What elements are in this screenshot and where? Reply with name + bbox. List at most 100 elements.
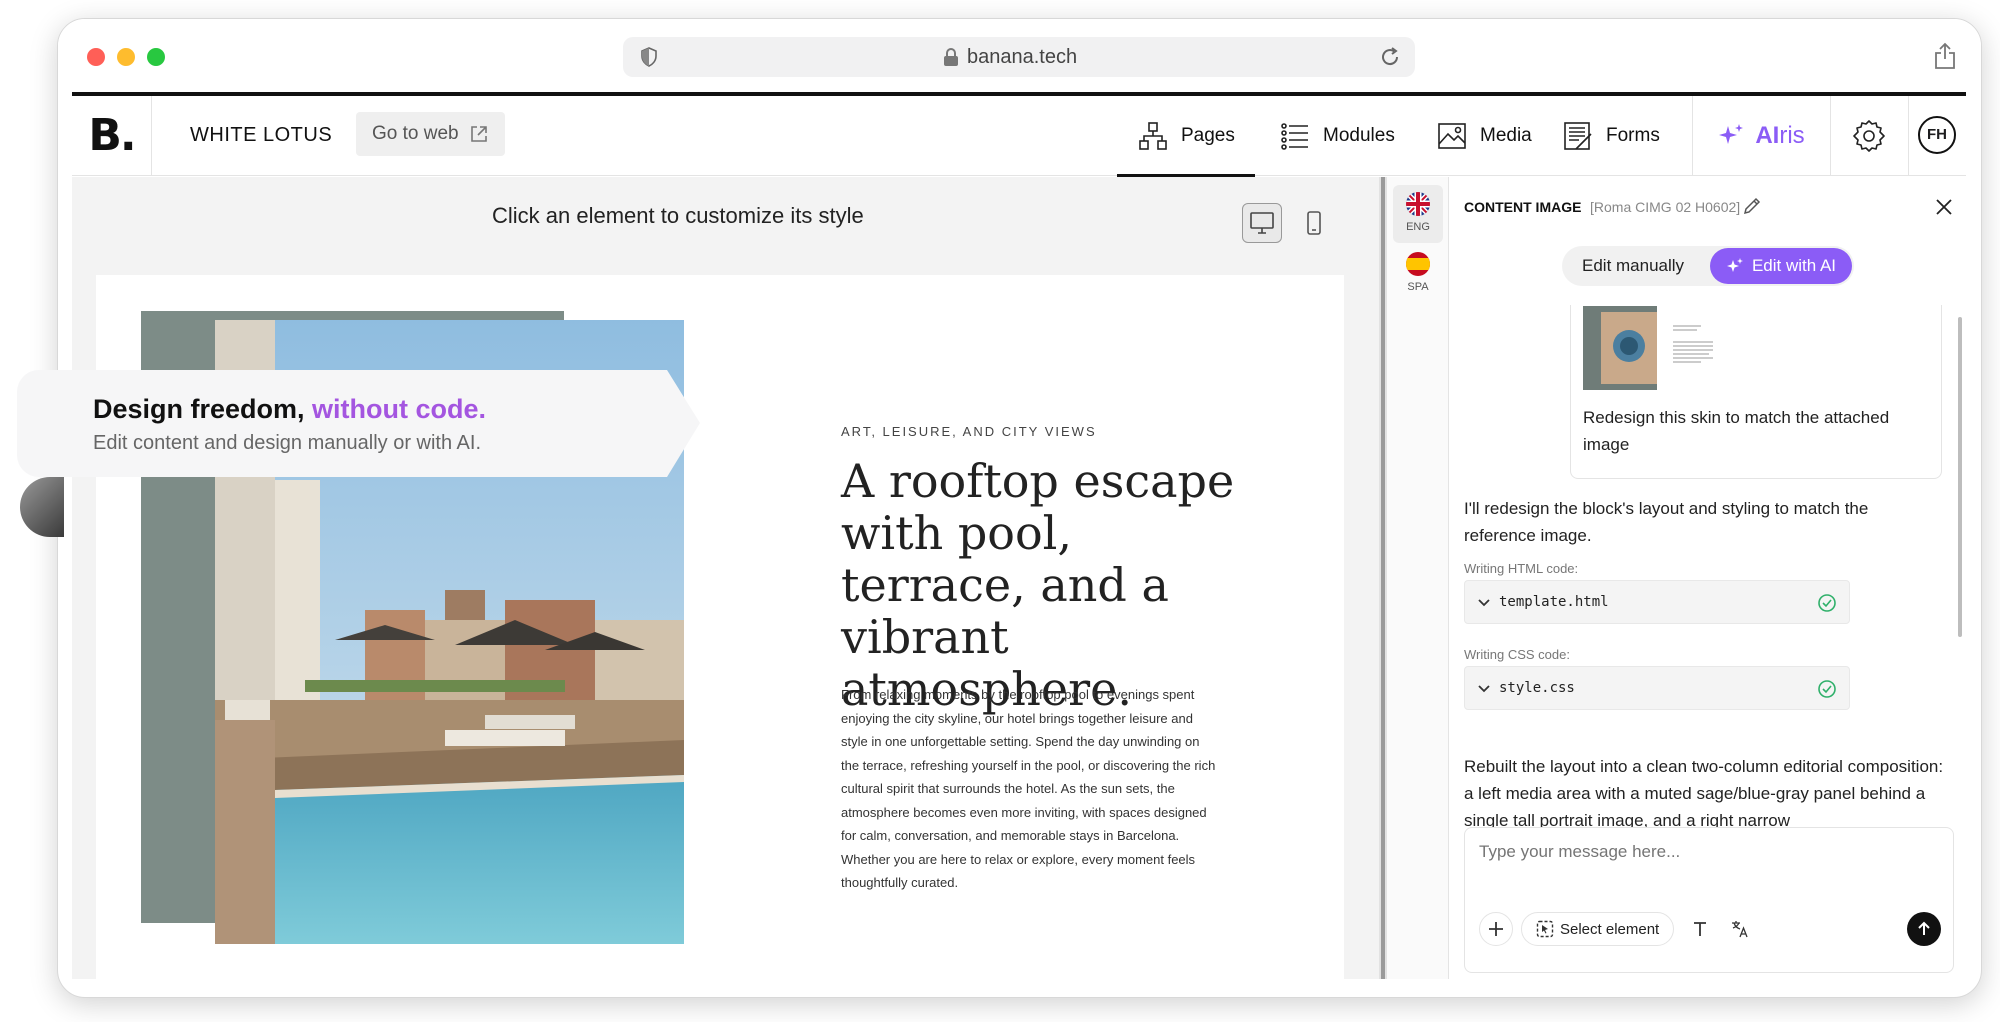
attached-image-thumbnail[interactable] (1583, 306, 1657, 390)
html-file-name: template.html (1499, 594, 1609, 610)
form-icon (1564, 122, 1592, 150)
edit-mode-toggle: Edit manually Edit with AI (1562, 246, 1854, 286)
user-message: Redesign this skin to match the attached… (1570, 305, 1942, 479)
html-code-block[interactable]: template.html (1464, 580, 1850, 624)
assistant-summary-message: Rebuilt the layout into a clean two-colu… (1464, 757, 1944, 827)
assistant-intro-message: I'll redesign the block's layout and sty… (1464, 499, 1869, 545)
language-eng-label: ENG (1406, 221, 1430, 233)
decorative-knob (20, 477, 64, 537)
gear-icon (1853, 120, 1885, 152)
list-icon (1281, 123, 1308, 150)
css-code-block[interactable]: style.css (1464, 666, 1850, 710)
plus-icon (1489, 922, 1503, 936)
arrow-up-icon (1918, 921, 1930, 935)
section-eyebrow[interactable]: ART, LEISURE, AND CITY VIEWS (841, 424, 1097, 439)
share-icon[interactable] (1933, 42, 1957, 70)
lock-icon (944, 48, 958, 66)
image-icon (1438, 123, 1466, 149)
panel-resize-handle[interactable] (1379, 177, 1387, 979)
send-message-button[interactable] (1907, 912, 1941, 946)
sparkle-icon (1719, 124, 1744, 144)
attached-text-thumbnail[interactable] (1671, 320, 1715, 370)
go-to-web-label: Go to web (372, 123, 459, 144)
edit-with-ai-label: Edit with AI (1751, 256, 1837, 275)
pencil-icon[interactable] (1742, 196, 1762, 216)
desktop-view-button[interactable] (1242, 203, 1282, 243)
user-avatar[interactable]: FH (1918, 116, 1956, 154)
chevron-down-icon (1478, 685, 1490, 693)
uk-flag-icon (1406, 192, 1430, 216)
url-text: banana.tech (967, 46, 1078, 68)
close-window-button[interactable] (87, 48, 105, 66)
cms-app: B. WHITE LOTUS Go to web Pages Modules M… (72, 92, 1966, 979)
language-spa-label: SPA (1407, 281, 1429, 293)
canvas-hint: Click an element to customize its style (492, 203, 864, 228)
message-composer: Select element (1464, 827, 1954, 973)
chat-scrollbar[interactable] (1958, 317, 1962, 637)
airis-label: AIris (1755, 122, 1805, 149)
select-element-label: Select element (1560, 920, 1660, 938)
spain-flag-icon (1406, 252, 1430, 276)
message-input[interactable] (1479, 842, 1939, 862)
address-bar[interactable]: banana.tech (623, 37, 1415, 77)
browser-window: banana.tech B. WHITE LOTUS Go to web Pag… (57, 18, 1982, 998)
text-icon (1694, 922, 1706, 936)
nav-modules-label: Modules (1323, 125, 1395, 146)
html-code-label: Writing HTML code: (1464, 561, 1579, 576)
nav-pages-label: Pages (1181, 125, 1235, 146)
css-file-name: style.css (1499, 680, 1575, 696)
translate-button[interactable] (1723, 912, 1757, 946)
nav-forms-label: Forms (1606, 125, 1660, 146)
airis-button[interactable]: AIris (1692, 96, 1830, 176)
feature-callout: Design freedom, without code. Edit conte… (17, 370, 700, 477)
minimize-window-button[interactable] (117, 48, 135, 66)
check-circle-icon (1818, 680, 1836, 698)
go-to-web-button[interactable]: Go to web (356, 112, 505, 156)
reload-icon[interactable] (1379, 46, 1401, 68)
check-circle-icon (1818, 594, 1836, 612)
edit-manually-tab[interactable]: Edit manually (1582, 256, 1684, 276)
nav-media-label: Media (1480, 125, 1532, 146)
mobile-icon (1307, 211, 1321, 235)
nav-separator (1908, 96, 1909, 176)
panel-module-id: [Roma CIMG 02 H0602] (1590, 199, 1741, 215)
select-element-button[interactable]: Select element (1521, 912, 1675, 946)
sparkle-icon (1726, 258, 1743, 272)
callout-title-accent: without code. (312, 394, 487, 424)
callout-title: Design freedom, without code. (93, 394, 487, 424)
top-navigation: B. WHITE LOTUS Go to web Pages Modules M… (72, 96, 1966, 177)
desktop-icon (1250, 212, 1274, 234)
translate-icon (1732, 921, 1748, 938)
nav-forms[interactable]: Forms (1562, 96, 1660, 176)
section-headline[interactable]: A rooftop escape with pool, terrace, and… (841, 455, 1241, 715)
user-message-text: Redesign this skin to match the attached… (1583, 408, 1890, 454)
brand-logo[interactable]: B. (72, 96, 152, 176)
section-body-text[interactable]: From relaxing moments by the rooftop poo… (841, 683, 1221, 895)
attachment-preview-icon (1583, 306, 1657, 390)
close-icon[interactable] (1934, 197, 1954, 217)
shield-icon (641, 47, 657, 67)
language-switcher: ENG SPA (1387, 177, 1449, 979)
panel-title: CONTENT IMAGE (1464, 199, 1582, 215)
editor-canvas: Click an element to customize its style (72, 177, 1379, 979)
settings-button[interactable] (1830, 96, 1908, 176)
language-eng[interactable]: ENG (1393, 185, 1443, 243)
mobile-view-button[interactable] (1294, 203, 1334, 243)
site-name: WHITE LOTUS (190, 124, 333, 146)
nav-media[interactable]: Media (1436, 96, 1532, 176)
css-code-label: Writing CSS code: (1464, 647, 1570, 662)
add-attachment-button[interactable] (1479, 912, 1513, 946)
external-link-icon (470, 126, 487, 142)
callout-subtitle: Edit content and design manually or with… (93, 432, 482, 454)
text-format-button[interactable] (1683, 912, 1717, 946)
language-spa[interactable]: SPA (1393, 245, 1443, 303)
browser-titlebar: banana.tech (58, 19, 1981, 95)
maximize-window-button[interactable] (147, 48, 165, 66)
chevron-down-icon (1478, 599, 1490, 607)
cursor-select-icon (1536, 920, 1554, 938)
edit-with-ai-tab[interactable]: Edit with AI (1710, 248, 1852, 284)
chat-thread[interactable]: Redesign this skin to match the attached… (1450, 305, 1966, 827)
nav-modules[interactable]: Modules (1279, 96, 1395, 176)
nav-pages[interactable]: Pages (1117, 96, 1255, 177)
sitemap-icon (1139, 122, 1167, 150)
